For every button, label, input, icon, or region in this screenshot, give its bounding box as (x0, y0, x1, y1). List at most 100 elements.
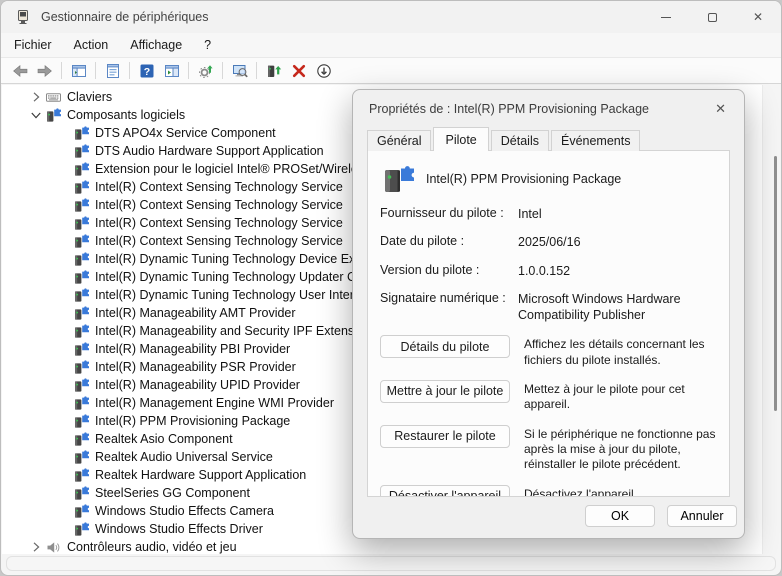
tree-item-label: Intel(R) Context Sensing Technology Serv… (95, 180, 343, 194)
properties-dialog: Propriétés de : Intel(R) PPM Provisionin… (352, 89, 745, 539)
component-icon (74, 432, 89, 447)
component-icon (74, 144, 89, 159)
ok-button[interactable]: OK (585, 505, 655, 527)
chevron-spacer (54, 359, 74, 375)
uninstall-device-icon[interactable] (286, 59, 311, 82)
component-icon (74, 216, 89, 231)
disable-device-icon[interactable] (311, 59, 336, 82)
chevron-spacer (54, 431, 74, 447)
show-console-tree-icon[interactable] (66, 59, 91, 82)
chevron-spacer (54, 143, 74, 159)
chevron-right-icon[interactable] (26, 539, 46, 554)
tree-item-label: Intel(R) Manageability PSR Provider (95, 360, 296, 374)
driver-fields: Fournisseur du pilote :Intel Date du pilo… (380, 206, 717, 323)
driver-field-row: Date du pilote :2025/06/16 (380, 234, 717, 250)
status-bar (6, 556, 776, 571)
tree-item-label: DTS APO4x Service Component (95, 126, 276, 140)
action-description: Mettez à jour le pilote pour cet apparei… (524, 380, 717, 413)
component-icon (74, 504, 89, 519)
field-label: Version du pilote : (380, 263, 518, 279)
action-description: Affichez les détails concernant les fich… (524, 335, 717, 368)
tree-item-label: Intel(R) Dynamic Tuning Technology User … (95, 288, 378, 302)
action-button-mettre-a-jour-le-pilote[interactable]: Mettre à jour le pilote (380, 380, 510, 403)
main-scrollbar[interactable] (774, 156, 777, 411)
tree-item-label: Intel(R) Management Engine WMI Provider (95, 396, 334, 410)
software-component-icon (380, 162, 414, 196)
action-button-details-du-pilote[interactable]: Détails du pilote (380, 335, 510, 358)
chevron-spacer (54, 287, 74, 303)
tree-item-label: DTS Audio Hardware Support Application (95, 144, 324, 158)
keyboard-icon (46, 90, 61, 105)
device-manager-window: Gestionnaire de périphériques ✕ FichierA… (0, 0, 782, 576)
close-button[interactable]: ✕ (735, 1, 781, 33)
chevron-spacer (54, 323, 74, 339)
tree-item-label: Intel(R) Manageability AMT Provider (95, 306, 296, 320)
chevron-spacer (54, 125, 74, 141)
field-value: Intel (518, 206, 717, 222)
component-icon (74, 378, 89, 393)
driver-action-row: Détails du pilote Affichez les détails co… (380, 335, 717, 368)
chevron-spacer (54, 179, 74, 195)
tree-item[interactable]: Contrôleurs audio, vidéo et jeu (2, 538, 762, 554)
driver-tab-page: Intel(R) PPM Provisioning Package Fourni… (367, 150, 730, 497)
field-value: Microsoft Windows Hardware Compatibility… (518, 291, 717, 324)
chevron-spacer (54, 395, 74, 411)
component-icon (74, 288, 89, 303)
properties-icon[interactable] (100, 59, 125, 82)
component-icon (74, 252, 89, 267)
tree-item-label: Intel(R) PPM Provisioning Package (95, 414, 290, 428)
tree-item-label: Intel(R) Dynamic Tuning Technology Devic… (95, 252, 396, 266)
tab-pilote[interactable]: Pilote (433, 127, 488, 151)
chevron-spacer (54, 467, 74, 483)
component-icon (74, 126, 89, 141)
action-pane-icon[interactable] (159, 59, 184, 82)
tab-details[interactable]: Détails (491, 130, 549, 151)
chevron-spacer (54, 503, 74, 519)
field-value: 1.0.0.152 (518, 263, 717, 279)
tree-item-label: Realtek Hardware Support Application (95, 468, 306, 482)
driver-actions: Détails du pilote Affichez les détails co… (380, 335, 717, 497)
action-description: Si le périphérique ne fonctionne pas apr… (524, 425, 717, 473)
action-button-desactiver-l-appareil[interactable]: Désactiver l'appareil (380, 485, 510, 497)
chevron-right-icon[interactable] (26, 89, 46, 105)
tree-item-label: Intel(R) Context Sensing Technology Serv… (95, 234, 343, 248)
dialog-title: Propriétés de : Intel(R) PPM Provisionin… (369, 102, 649, 116)
driver-field-row: Fournisseur du pilote :Intel (380, 206, 717, 222)
forward-icon[interactable] (32, 59, 57, 82)
maximize-button[interactable] (689, 1, 735, 33)
component-icon (74, 180, 89, 195)
scan-hardware-changes-icon[interactable] (193, 59, 218, 82)
dialog-footer: OK Annuler (585, 505, 737, 527)
menu-item-?[interactable]: ? (193, 35, 222, 55)
tree-item-label: Intel(R) Manageability PBI Provider (95, 342, 290, 356)
chevron-down-icon[interactable] (26, 107, 46, 123)
remote-computer-icon[interactable] (227, 59, 252, 82)
field-label: Date du pilote : (380, 234, 518, 250)
menu-item-action[interactable]: Action (63, 35, 120, 55)
driver-field-row: Version du pilote :1.0.0.152 (380, 263, 717, 279)
tree-item-label: Intel(R) Manageability and Security IPF … (95, 324, 371, 338)
tab-evenements[interactable]: Événements (551, 130, 640, 151)
window-controls: ✕ (643, 1, 781, 33)
chevron-spacer (54, 485, 74, 501)
cancel-button[interactable]: Annuler (667, 505, 737, 527)
minimize-button[interactable] (643, 1, 689, 33)
dialog-close-icon[interactable]: ✕ (713, 101, 728, 117)
component-icon (46, 108, 61, 123)
update-driver-icon[interactable] (261, 59, 286, 82)
device-name: Intel(R) PPM Provisioning Package (426, 172, 621, 186)
tree-item-label: Contrôleurs audio, vidéo et jeu (67, 540, 237, 554)
component-icon (74, 342, 89, 357)
menu-item-fichier[interactable]: Fichier (3, 35, 63, 55)
back-icon[interactable] (7, 59, 32, 82)
action-button-restaurer-le-pilote[interactable]: Restaurer le pilote (380, 425, 510, 448)
help-icon[interactable]: ? (134, 59, 159, 82)
driver-field-row: Signataire numérique :Microsoft Windows … (380, 291, 717, 324)
field-value: 2025/06/16 (518, 234, 717, 250)
menu-item-affichage[interactable]: Affichage (119, 35, 193, 55)
chevron-spacer (54, 413, 74, 429)
titlebar: Gestionnaire de périphériques ✕ (1, 1, 781, 33)
tab-general[interactable]: Général (367, 130, 431, 151)
driver-action-row: Mettre à jour le pilote Mettez à jour le … (380, 380, 717, 413)
tree-item-label: Intel(R) Context Sensing Technology Serv… (95, 198, 343, 212)
